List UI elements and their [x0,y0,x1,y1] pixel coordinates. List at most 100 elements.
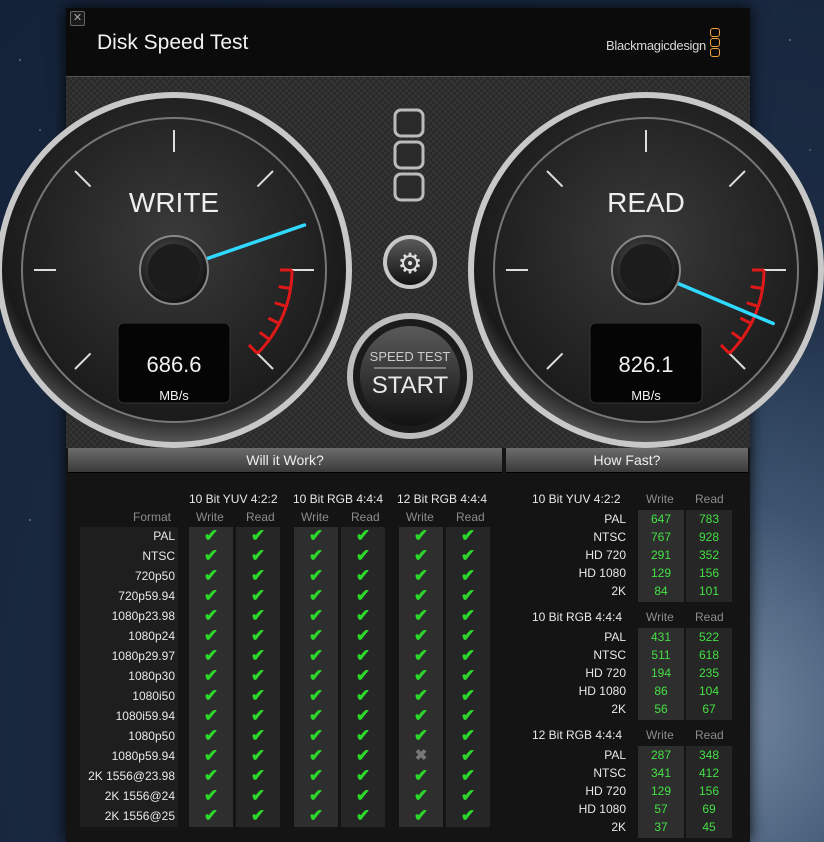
redzone-tick [750,285,763,290]
read-gauge-label: READ [607,187,685,218]
target-disk-icon[interactable] [393,108,425,202]
how-fast-row-label: NTSC [593,530,626,544]
check-icon: ✔ [308,626,324,645]
format-row-label: 1080p59.94 [111,749,175,763]
check-icon: ✔ [460,566,476,585]
check-icon: ✔ [355,806,371,825]
app-window: ✕ Disk Speed Test Blackmagicdesign WRITE… [0,8,824,842]
check-icon: ✔ [355,526,371,545]
format-row-label: 720p59.94 [118,589,175,603]
check-icon: ✔ [355,786,371,805]
check-icon: ✔ [203,766,219,785]
write-speed-cell: 129 [650,784,672,798]
check-icon: ✔ [308,546,324,565]
check-icon: ✔ [413,686,429,705]
write-speed-cell: 37 [654,820,668,834]
format-row-label: 2K 1556@25 [104,809,175,823]
read-speed-cell: 783 [698,512,720,526]
check-icon: ✔ [460,606,476,625]
how-fast-write-header: Write [646,728,674,742]
read-gauge: READ 826.1 MB/s [468,92,824,448]
check-icon: ✔ [413,626,429,645]
group-header: 10 Bit RGB 4:4:4 [293,492,384,506]
format-row-label: NTSC [142,549,175,563]
check-icon: ✔ [413,586,429,605]
how-fast-row-label: NTSC [593,766,626,780]
check-icon: ✔ [460,626,476,645]
format-row-label: 1080p30 [128,669,175,683]
check-icon: ✔ [308,706,324,725]
check-icon: ✔ [203,746,219,765]
check-icon: ✔ [355,646,371,665]
gauges-layer: WRITE 686.6 MB/s READ 826.1 MB/s ⚙ SPEED… [0,92,824,448]
how-fast-row-label: HD 720 [585,784,626,798]
read-speed-cell: 156 [698,784,720,798]
check-icon: ✔ [355,606,371,625]
check-icon: ✔ [203,546,219,565]
check-icon: ✔ [203,626,219,645]
read-speed-value: 826.1 [618,352,673,377]
how-fast-group-header: 12 Bit RGB 4:4:4 [532,728,623,742]
how-fast-row-label: 2K [611,584,626,598]
how-fast-write-header: Write [646,492,674,506]
check-icon: ✔ [355,686,371,705]
check-icon: ✔ [413,546,429,565]
read-speed-unit: MB/s [631,388,661,403]
format-row-label: 1080p29.97 [111,649,175,663]
read-speed-cell: 45 [702,820,716,834]
check-icon: ✔ [460,806,476,825]
how-fast-row-label: HD 1080 [578,684,626,698]
check-icon: ✔ [355,746,371,765]
write-speed-cell: 341 [650,766,672,780]
read-speed-cell: 352 [698,548,720,562]
start-button[interactable]: SPEED TEST START [347,313,473,439]
read-speed-cell: 101 [698,584,720,598]
start-button-caption: SPEED TEST [370,349,451,364]
how-fast-row-label: PAL [604,748,626,762]
check-icon: ✔ [413,766,429,785]
read-speed-cell: 235 [698,666,720,680]
format-row-label: 2K 1556@24 [104,789,175,803]
how-fast-row-label: HD 720 [585,548,626,562]
how-fast-row-label: HD 1080 [578,802,626,816]
check-icon: ✔ [203,706,219,725]
write-speed-cell: 767 [650,530,672,544]
check-icon: ✔ [250,546,266,565]
check-icon: ✔ [203,606,219,625]
check-icon: ✔ [308,526,324,545]
check-icon: ✔ [250,626,266,645]
write-speed-cell: 57 [654,802,668,816]
check-icon: ✔ [355,666,371,685]
check-icon: ✔ [250,766,266,785]
check-icon: ✔ [250,686,266,705]
check-icon: ✔ [460,646,476,665]
read-speed-cell: 156 [698,566,720,580]
settings-button[interactable]: ⚙ [383,235,437,289]
write-speed-cell: 56 [654,702,668,716]
how-fast-group-header: 10 Bit YUV 4:2:2 [532,492,621,506]
check-icon: ✔ [460,686,476,705]
check-icon: ✔ [203,726,219,745]
check-icon: ✔ [203,566,219,585]
check-icon: ✔ [355,586,371,605]
read-speed-cell: 522 [698,630,720,644]
read-speed-cell: 67 [702,702,716,716]
check-icon: ✔ [308,646,324,665]
read-speed-cell: 104 [698,684,720,698]
check-icon: ✔ [203,806,219,825]
check-icon: ✔ [308,586,324,605]
format-row-label: PAL [153,529,175,543]
check-icon: ✔ [250,526,266,545]
group-header: 12 Bit RGB 4:4:4 [397,492,488,506]
check-icon: ✔ [250,786,266,805]
check-icon: ✔ [308,686,324,705]
check-icon: ✔ [355,566,371,585]
check-icon: ✔ [250,706,266,725]
check-icon: ✔ [250,806,266,825]
format-row-label: 720p50 [134,569,175,583]
check-icon: ✔ [203,646,219,665]
write-speed-cell: 86 [654,684,668,698]
will-it-work-header: Will it Work? [68,448,502,473]
how-fast-row-label: HD 720 [585,666,626,680]
write-gauge: WRITE 686.6 MB/s [0,92,352,448]
